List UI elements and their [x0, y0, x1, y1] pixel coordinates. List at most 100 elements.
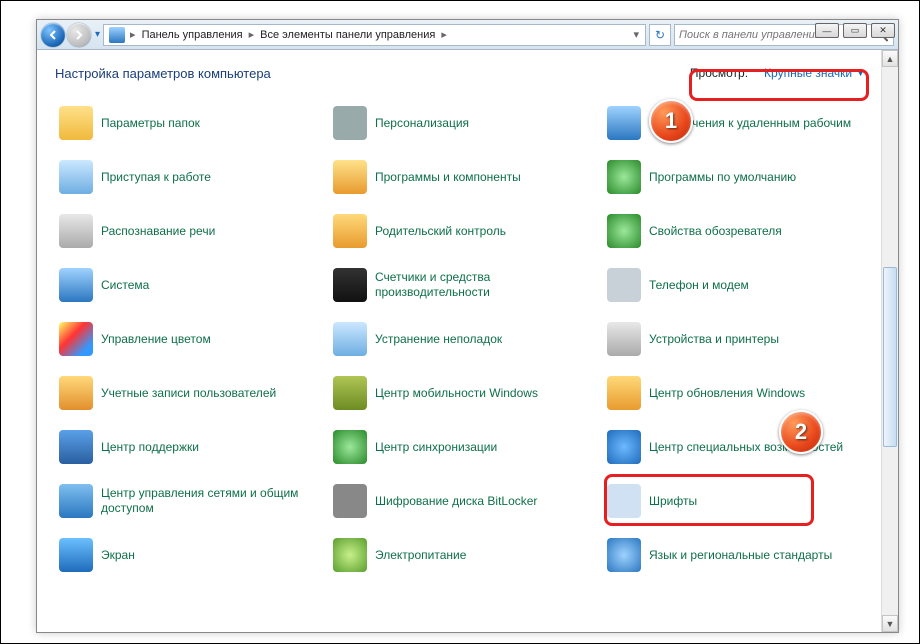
cp-item-programs-features[interactable]: Программы и компоненты	[329, 154, 597, 200]
history-dropdown[interactable]: ▾	[95, 29, 100, 40]
cp-item-label: Приступая к работе	[101, 170, 211, 185]
breadcrumb-seg-1[interactable]: Панель управления	[138, 29, 247, 41]
power-icon	[333, 538, 367, 572]
cp-item-fonts[interactable]: Шрифты	[603, 478, 871, 524]
breadcrumb[interactable]: ▸ Панель управления ▸ Все элементы панел…	[103, 24, 646, 46]
chevron-down-icon: ▼	[856, 68, 865, 78]
cp-item-label: Распознавание речи	[101, 224, 215, 239]
cp-item-label: Устранение неполадок	[375, 332, 502, 347]
phone-modem-icon	[607, 268, 641, 302]
chevron-right-icon: ▸	[247, 28, 257, 41]
cp-item-personalization[interactable]: Персонализация	[329, 100, 597, 146]
cp-item-label: Программы и компоненты	[375, 170, 521, 185]
scrollbar-thumb[interactable]	[883, 267, 897, 447]
cp-item-remote-connect[interactable]: Подключения к удаленным рабочим	[603, 100, 871, 146]
scroll-up-button[interactable]: ▲	[882, 50, 898, 67]
cp-item-label: Персонализация	[375, 116, 469, 131]
maximize-button[interactable]: ▭	[843, 23, 867, 38]
getting-started-icon	[59, 160, 93, 194]
scrollbar-track[interactable]	[882, 67, 898, 615]
network-sharing-icon	[59, 484, 93, 518]
cp-item-network-sharing[interactable]: Центр управления сетями и общим доступом	[55, 478, 323, 524]
color-mgmt-icon	[59, 322, 93, 356]
default-programs-icon	[607, 160, 641, 194]
cp-item-power[interactable]: Электропитание	[329, 532, 597, 578]
cp-item-label: Шифрование диска BitLocker	[375, 494, 537, 509]
display-icon	[59, 538, 93, 572]
main-pane: Настройка параметров компьютера Просмотр…	[37, 50, 881, 632]
view-control: Просмотр: Крупные значки ▼	[690, 64, 871, 82]
programs-features-icon	[333, 160, 367, 194]
address-bar: ▾ ▸ Панель управления ▸ Все элементы пан…	[37, 20, 898, 50]
cp-item-label: Электропитание	[375, 548, 466, 563]
cp-item-label: Родительский контроль	[375, 224, 506, 239]
cp-item-system[interactable]: Система	[55, 262, 323, 308]
close-button[interactable]: ✕	[871, 23, 895, 38]
speech-icon	[59, 214, 93, 248]
bitlocker-icon	[333, 484, 367, 518]
cp-item-mobility-center[interactable]: Центр мобильности Windows	[329, 370, 597, 416]
cp-item-bitlocker[interactable]: Шифрование диска BitLocker	[329, 478, 597, 524]
cp-item-troubleshoot[interactable]: Устранение неполадок	[329, 316, 597, 362]
view-current: Крупные значки	[764, 66, 852, 80]
cp-item-windows-update[interactable]: Центр обновления Windows	[603, 370, 871, 416]
cp-item-internet-options[interactable]: Свойства обозревателя	[603, 208, 871, 254]
cp-item-folder-options[interactable]: Параметры папок	[55, 100, 323, 146]
cp-item-label: Центр поддержки	[101, 440, 199, 455]
cp-item-label: Свойства обозревателя	[649, 224, 782, 239]
region-lang-icon	[607, 538, 641, 572]
scrollbar[interactable]: ▲ ▼	[881, 50, 898, 632]
cp-item-parental[interactable]: Родительский контроль	[329, 208, 597, 254]
cp-item-color-mgmt[interactable]: Управление цветом	[55, 316, 323, 362]
window-controls: — ▭ ✕	[815, 23, 895, 38]
cp-item-label: Устройства и принтеры	[649, 332, 779, 347]
cp-item-region-lang[interactable]: Язык и региональные стандарты	[603, 532, 871, 578]
cp-item-label: Центр мобильности Windows	[375, 386, 538, 401]
cp-item-label: Параметры папок	[101, 116, 200, 131]
cp-item-ease-of-access[interactable]: Центр специальных возможностей	[603, 424, 871, 470]
nav-arrows: ▾	[41, 23, 100, 47]
minimize-button[interactable]: —	[815, 23, 839, 38]
breadcrumb-seg-2[interactable]: Все элементы панели управления	[256, 29, 439, 41]
personalization-icon	[333, 106, 367, 140]
cp-item-devices-printers[interactable]: Устройства и принтеры	[603, 316, 871, 362]
cp-item-label: Язык и региональные стандарты	[649, 548, 832, 563]
perf-counters-icon	[333, 268, 367, 302]
parental-icon	[333, 214, 367, 248]
window: — ▭ ✕ ▾ ▸ Панель управления ▸ Все элемен…	[0, 0, 920, 644]
cp-item-sync-center[interactable]: Центр синхронизации	[329, 424, 597, 470]
annotation-badge-2: 2	[779, 410, 823, 454]
cp-item-user-accounts[interactable]: Учетные записи пользователей	[55, 370, 323, 416]
cp-item-speech[interactable]: Распознавание речи	[55, 208, 323, 254]
internet-options-icon	[607, 214, 641, 248]
cp-item-label: Центр управления сетями и общим доступом	[101, 486, 319, 516]
view-label: Просмотр:	[690, 66, 748, 80]
cp-item-label: Учетные записи пользователей	[101, 386, 276, 401]
scroll-down-button[interactable]: ▼	[882, 615, 898, 632]
cp-item-perf-counters[interactable]: Счетчики и средства производительности	[329, 262, 597, 308]
action-center-icon	[59, 430, 93, 464]
sync-center-icon	[333, 430, 367, 464]
breadcrumb-dropdown[interactable]: ▾	[629, 28, 643, 41]
back-button[interactable]	[41, 23, 65, 47]
system-icon	[59, 268, 93, 302]
control-panel-grid: Параметры папок Персонализация Подключения…	[55, 100, 871, 578]
cp-item-getting-started[interactable]: Приступая к работе	[55, 154, 323, 200]
page-title: Настройка параметров компьютера	[55, 66, 271, 81]
fonts-icon	[607, 484, 641, 518]
cp-item-label: Телефон и модем	[649, 278, 749, 293]
cp-item-default-programs[interactable]: Программы по умолчанию	[603, 154, 871, 200]
view-dropdown[interactable]: Крупные значки ▼	[758, 64, 871, 82]
cp-item-action-center[interactable]: Центр поддержки	[55, 424, 323, 470]
windows-update-icon	[607, 376, 641, 410]
cp-item-display[interactable]: Экран	[55, 532, 323, 578]
troubleshoot-icon	[333, 322, 367, 356]
annotation-badge-1: 1	[649, 99, 693, 143]
control-panel-icon	[109, 27, 125, 43]
forward-button[interactable]	[67, 23, 91, 47]
refresh-button[interactable]: ↻	[649, 24, 671, 46]
devices-printers-icon	[607, 322, 641, 356]
window-frame: — ▭ ✕ ▾ ▸ Панель управления ▸ Все элемен…	[36, 19, 899, 633]
cp-item-phone-modem[interactable]: Телефон и модем	[603, 262, 871, 308]
ease-of-access-icon	[607, 430, 641, 464]
